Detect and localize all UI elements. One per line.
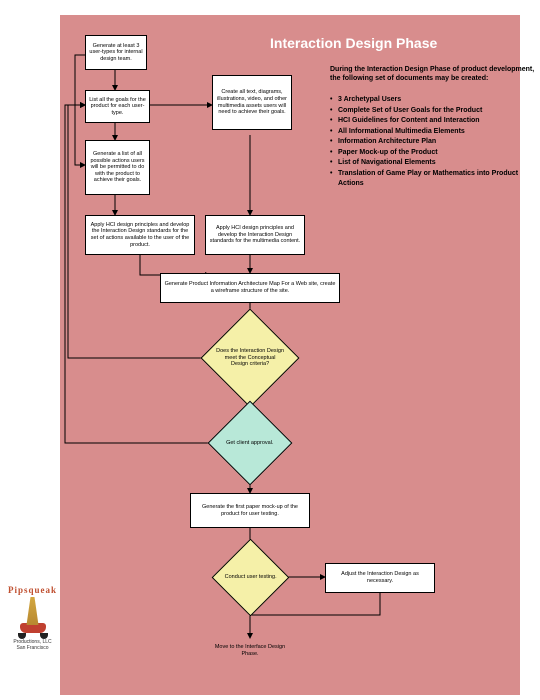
node-adjust-design: Adjust the Interaction Design as necessa… xyxy=(325,563,435,593)
node-possible-actions: Generate a list of all possible actions … xyxy=(85,140,150,195)
list-item: 3 Archetypal Users xyxy=(330,95,540,106)
node-hci-actions: Apply HCI design principles and develop … xyxy=(85,215,195,255)
pipsqueak-logo: Pipsqueak Productions, LLC San Francisco xyxy=(5,585,60,651)
logo-wordmark: Pipsqueak xyxy=(5,585,60,595)
page-title: Interaction Design Phase xyxy=(270,35,437,51)
node-list-goals: List all the goals for the product for e… xyxy=(85,90,150,123)
list-item: Translation of Game Play or Mathematics … xyxy=(330,169,540,190)
diagram-canvas: Interaction Design Phase During the Inte… xyxy=(60,15,520,695)
intro-text: During the Interaction Design Phase of p… xyxy=(330,65,540,83)
deliverables-list: 3 Archetypal Users Complete Set of User … xyxy=(330,95,540,190)
list-item: List of Navigational Elements xyxy=(330,158,540,169)
decision-meets-criteria: Does the Interaction Design meet the Con… xyxy=(201,309,300,408)
decision-client-approval: Get client approval. xyxy=(208,401,293,486)
logo-city: San Francisco xyxy=(5,645,60,651)
node-generate-users: Generate at least 3 user-types for inter… xyxy=(85,35,147,70)
horn-icon xyxy=(23,597,43,625)
list-item: All Informational Multimedia Elements xyxy=(330,127,540,138)
node-paper-mockup: Generate the first paper mock-up of the … xyxy=(190,493,310,528)
node-architecture-map: Generate Product Information Architectur… xyxy=(160,273,340,303)
list-item: HCI Guidelines for Content and Interacti… xyxy=(330,116,540,127)
list-item: Complete Set of User Goals for the Produ… xyxy=(330,106,540,117)
list-item: Information Architecture Plan xyxy=(330,137,540,148)
list-item: Paper Mock-up of the Product xyxy=(330,148,540,159)
node-move-next-phase: Move to the Interface Design Phase. xyxy=(210,638,290,663)
node-create-multimedia: Create all text, diagrams, illustrations… xyxy=(212,75,292,130)
node-hci-multimedia: Apply HCI design principles and develop … xyxy=(205,215,305,255)
decision-user-testing: Conduct user testing. xyxy=(212,539,290,617)
